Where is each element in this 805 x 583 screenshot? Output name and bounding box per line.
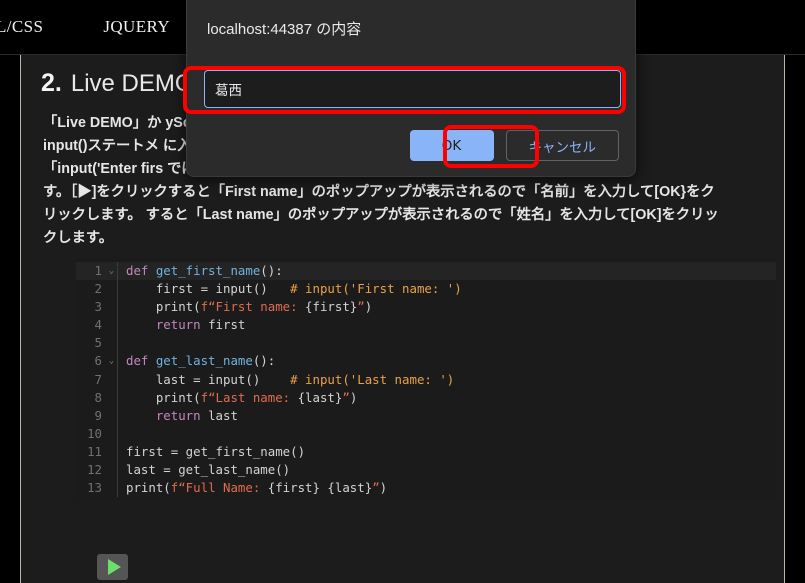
gutter-divider [117, 262, 118, 281]
gutter-divider [117, 388, 118, 407]
paragraph-line: クします。 [43, 230, 114, 246]
cancel-button[interactable]: キャンセル [505, 130, 619, 161]
code-line: 6 ⌄ def get_last_name(): [76, 352, 776, 371]
dialog-input-wrapper [204, 70, 621, 108]
paragraph-line: す。［▶]をクリックすると「First name」のポップアップが表示されるので… [43, 184, 715, 200]
gutter-divider [117, 334, 118, 353]
line-number: 4 [94, 317, 102, 333]
code-text: print(f“Full Name: {first} {last}”) [126, 480, 388, 496]
line-number: 10 [87, 425, 102, 441]
line-number: 9 [94, 407, 102, 423]
gutter-divider [117, 316, 118, 335]
code-text: print(f“Last name: {last}”) [126, 389, 358, 405]
code-line: 5 [76, 334, 776, 353]
line-number: 6 [94, 353, 102, 369]
code-line: 12 last = get_last_name() [76, 461, 776, 480]
gutter-divider [117, 352, 118, 371]
page-title-text: Live DEMO [70, 70, 194, 97]
fold-toggle-icon[interactable]: ⌄ [106, 262, 117, 281]
ok-button[interactable]: OK [409, 130, 494, 161]
line-number: 2 [94, 281, 102, 297]
code-line: 3 print(f“First name: {first}”) [76, 298, 776, 317]
code-line: 4 return first [76, 316, 776, 335]
fold-toggle-icon[interactable]: ⌄ [106, 352, 117, 371]
dialog-title: localhost:44387 の内容 [207, 21, 362, 38]
gutter-divider [117, 298, 118, 317]
code-text: def get_first_name(): [126, 263, 283, 278]
code-line: 13 print(f“Full Name: {first} {last}”) [76, 479, 776, 498]
play-icon [107, 559, 121, 575]
screen: L/CSS JQUERY 2. Live DEMO 「Live DEMO」か y… [0, 0, 805, 583]
paragraph-line: リックします。 すると「Last name」のポップアップが表示されるので「姓名… [43, 207, 719, 223]
page-title-number: 2. [41, 69, 62, 97]
run-code-button[interactable] [97, 554, 128, 580]
code-text: last = get_last_name() [126, 462, 291, 478]
line-number: 7 [94, 371, 102, 387]
code-line: 7 last = input() # input('Last name: ') [76, 370, 776, 389]
code-text: return last [155, 407, 238, 423]
line-number: 12 [87, 462, 102, 478]
code-line: 2 first = input() # input('First name: '… [76, 280, 776, 299]
code-line: 10 [76, 424, 776, 443]
code-line: 1 ⌄ def get_first_name(): [76, 262, 776, 281]
gutter-divider [117, 442, 118, 462]
line-number: 5 [94, 335, 102, 351]
code-text: return first [155, 317, 246, 333]
prompt-input[interactable] [204, 70, 621, 108]
line-number: 13 [87, 480, 102, 496]
line-number: 8 [94, 389, 102, 405]
code-editor[interactable]: 1 ⌄ def get_first_name(): 2 first = input()… [76, 258, 776, 502]
browser-prompt-dialog: localhost:44387 の内容 OK キャンセル [186, 0, 636, 177]
nav-item-html-css[interactable]: L/CSS [0, 17, 43, 37]
gutter-divider [117, 479, 118, 498]
code-text: print(f“First name: {first}”) [126, 299, 373, 315]
gutter-divider [117, 461, 118, 480]
code-line: 8 print(f“Last name: {last}”) [76, 388, 776, 407]
gutter-divider [117, 406, 118, 425]
dialog-button-row: OK キャンセル [409, 130, 619, 161]
code-line: 9 return last [76, 406, 776, 425]
line-number: 11 [87, 443, 102, 459]
line-number: 1 [94, 263, 102, 278]
code-line: 11 first = get_first_name() [76, 442, 776, 462]
gutter-divider [117, 280, 118, 299]
code-text: first = input() # input('First name: ') [126, 281, 462, 297]
code-text: first = get_first_name() [126, 443, 306, 459]
code-text: last = input() # input('Last name: ') [126, 371, 455, 387]
line-number: 3 [94, 299, 102, 315]
gutter-divider [117, 370, 118, 389]
code-text: def get_last_name(): [126, 353, 276, 369]
gutter-divider [117, 424, 118, 443]
nav-item-jquery[interactable]: JQUERY [103, 17, 170, 37]
